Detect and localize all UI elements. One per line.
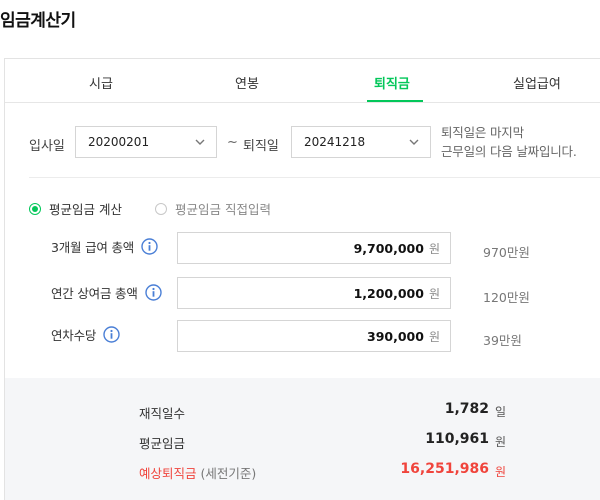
annual-leave-pay-value: 390,000 [367, 328, 424, 344]
start-date-value: 20200201 [88, 135, 150, 149]
expected-severance-value: 16,251,986 [400, 461, 489, 477]
info-icon[interactable] [141, 238, 158, 255]
tab-bar: 시급 연봉 퇴직금 실업급여 [5, 59, 600, 103]
end-date-value: 20241218 [304, 135, 366, 149]
3month-pay-hint: 970만원 [483, 245, 530, 260]
end-date-note-line2: 근무일의 다음 날짜입니다. [441, 144, 577, 159]
annual-leave-pay-input[interactable]: 390,000 원 [177, 320, 451, 352]
field-label-annual-leave-pay: 연차수당 [51, 325, 120, 344]
radio-selected-icon [29, 202, 41, 215]
section-divider [29, 177, 600, 178]
radio-average-wage-direct[interactable]: 평균임금 직접입력 [155, 199, 271, 218]
radio-average-wage-calc[interactable]: 평균임금 계산 [29, 199, 122, 218]
annual-leave-pay-hint: 39만원 [483, 333, 522, 348]
app-title: 임금계산기 [0, 11, 76, 31]
end-date-note: 퇴직일은 마지막 근무일의 다음 날짜입니다. [441, 123, 577, 161]
info-icon[interactable] [144, 284, 162, 301]
won-unit: 원 [428, 329, 440, 344]
won-unit: 원 [495, 435, 507, 449]
field-label-text: 3개월 급여 총액 [51, 240, 135, 255]
average-wage-value: 110,961 [425, 431, 489, 447]
radio-average-wage-calc-label: 평균임금 계산 [49, 202, 122, 217]
end-date-note-line1: 퇴직일은 마지막 [441, 125, 524, 140]
won-unit: 원 [428, 286, 440, 301]
annual-bonus-input[interactable]: 1,200,000 원 [177, 277, 451, 309]
radio-unselected-icon [155, 202, 167, 215]
tab-severance[interactable]: 퇴직금 [374, 73, 410, 92]
annual-bonus-hint: 120만원 [483, 290, 530, 305]
3month-pay-value: 9,700,000 [353, 240, 424, 256]
chevron-down-icon [409, 139, 419, 145]
tab-unemployment[interactable]: 실업급여 [513, 73, 561, 92]
tab-annual-salary[interactable]: 연봉 [235, 73, 259, 92]
won-unit: 원 [495, 465, 507, 479]
3month-pay-input[interactable]: 9,700,000 원 [177, 232, 451, 264]
days-unit: 일 [495, 405, 507, 419]
expected-severance-note: (세전기준) [200, 466, 257, 481]
field-label-annual-bonus: 연간 상여금 총액 [51, 283, 162, 302]
active-tab-indicator [367, 100, 423, 102]
end-date-label: 퇴직일 [243, 139, 279, 154]
expected-severance-label: 예상퇴직금 (세전기준) [139, 463, 256, 482]
start-date-label: 입사일 [29, 139, 65, 154]
date-range-separator: ~ [227, 135, 238, 150]
start-date-select[interactable]: 20200201 [75, 126, 217, 158]
result-panel: 재직일수 1,782 일 평균임금 110,961 원 예상퇴직금 (세전기준)… [5, 378, 600, 500]
end-date-select[interactable]: 20241218 [291, 126, 431, 158]
field-label-3month-pay: 3개월 급여 총액 [51, 237, 158, 256]
tab-hourly[interactable]: 시급 [89, 73, 113, 92]
chevron-down-icon [195, 139, 205, 145]
calculator-card: 시급 연봉 퇴직금 실업급여 입사일 20200201 ~ 퇴직일 202412… [4, 58, 600, 500]
field-label-text: 연간 상여금 총액 [51, 286, 138, 301]
radio-average-wage-direct-label: 평균임금 직접입력 [175, 202, 271, 217]
info-icon[interactable] [103, 326, 120, 343]
annual-bonus-value: 1,200,000 [353, 285, 424, 301]
field-label-text: 연차수당 [51, 328, 97, 343]
expected-severance-title: 예상퇴직금 [139, 466, 197, 481]
days-employed-label: 재직일수 [139, 406, 186, 421]
days-employed-value: 1,782 [444, 401, 489, 417]
won-unit: 원 [428, 241, 440, 256]
average-wage-label: 평균임금 [139, 436, 186, 451]
